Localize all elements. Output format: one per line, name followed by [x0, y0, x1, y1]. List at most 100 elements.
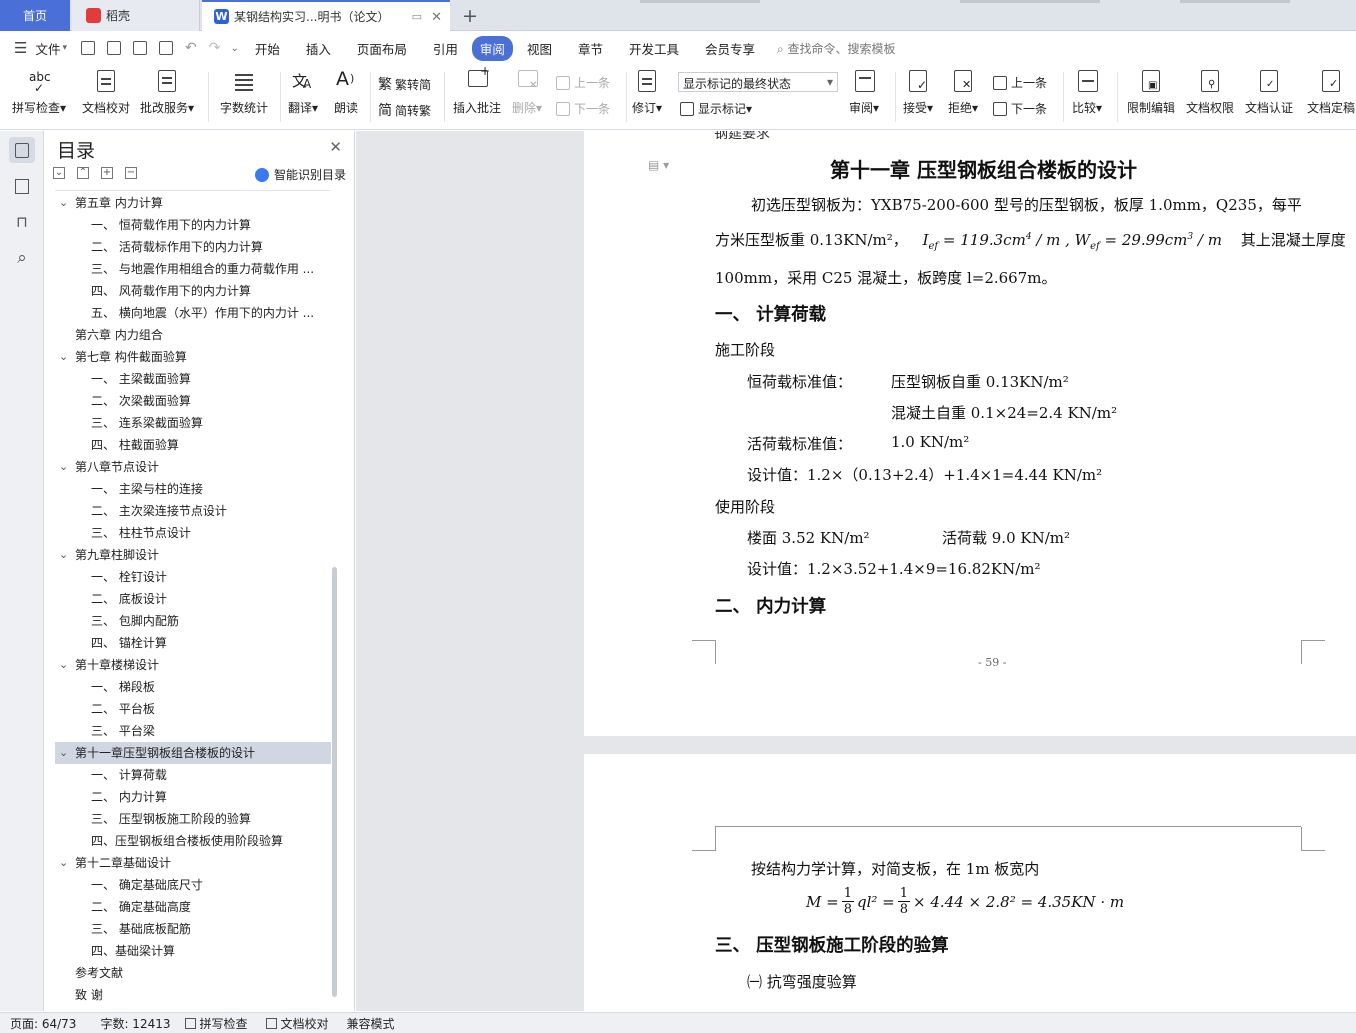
- simplified-to-traditional-button[interactable]: 简简转繁: [378, 100, 431, 120]
- restrict-edit-button[interactable]: ▣ 限制编辑: [1127, 68, 1175, 116]
- print-preview-icon[interactable]: [159, 41, 173, 55]
- tab-home[interactable]: 首页: [0, 0, 70, 31]
- toc-section-item[interactable]: 一、 恒荷载作用下的内力计算: [55, 214, 331, 236]
- doc-permission-button[interactable]: ⚲ 文档权限: [1186, 68, 1234, 116]
- chevron-down-icon[interactable]: ⌄: [59, 742, 68, 764]
- command-search[interactable]: ⌕ 查找命令、搜索模板: [777, 40, 896, 57]
- chapter-nav-icon[interactable]: [9, 173, 35, 199]
- chevron-down-icon[interactable]: ⌄: [59, 654, 68, 676]
- tab-close-icon[interactable]: ✕: [431, 10, 442, 25]
- hamburger-icon[interactable]: ☰: [14, 39, 27, 57]
- toc-chapter-item[interactable]: 致 谢: [55, 984, 331, 1005]
- chevron-down-icon[interactable]: ⌄: [59, 544, 68, 566]
- toc-section-item[interactable]: 二、 活荷载标作用下的内力计算: [55, 236, 331, 258]
- toc-section-item[interactable]: 三、 连系梁截面验算: [55, 412, 331, 434]
- menu-developer[interactable]: 开发工具: [621, 36, 687, 61]
- spellcheck-status[interactable]: 拼写检查: [184, 1015, 248, 1032]
- word-count-button[interactable]: 字数统计: [220, 68, 268, 116]
- accept-button[interactable]: ✓ 接受▾: [903, 68, 933, 116]
- undo-icon[interactable]: ↶: [185, 40, 197, 56]
- menu-member[interactable]: 会员专享: [697, 36, 763, 61]
- prev-change-button[interactable]: 上一条: [993, 74, 1047, 91]
- smart-toc-button[interactable]: 智能识别目录: [254, 166, 346, 183]
- next-comment-button[interactable]: 下一条: [556, 100, 610, 117]
- chevron-down-icon[interactable]: ⌄: [59, 192, 68, 214]
- menu-page-layout[interactable]: 页面布局: [349, 36, 415, 61]
- revise-button[interactable]: 修订▾: [632, 68, 662, 116]
- redo-icon[interactable]: ↷: [209, 40, 221, 56]
- expand-icon[interactable]: ⌃: [77, 167, 89, 179]
- bookmark-icon[interactable]: ⊓: [9, 209, 35, 235]
- doc-finalize-button[interactable]: ✓ 文档定稿: [1307, 68, 1355, 116]
- toc-chapter-item[interactable]: 第六章 内力组合: [55, 324, 331, 346]
- tab-document[interactable]: W 某钢结构实习...明书（论文） ▭ ✕: [202, 0, 450, 31]
- toc-icon[interactable]: [9, 137, 35, 163]
- collapse-all-icon[interactable]: ⌄: [53, 167, 65, 179]
- chevron-down-icon[interactable]: ⌄: [59, 456, 68, 478]
- chevron-down-icon[interactable]: ⌄: [59, 346, 68, 368]
- tab-daoke[interactable]: 稻壳: [72, 0, 200, 31]
- insert-comment-button[interactable]: + 插入批注: [453, 64, 501, 116]
- toc-section-item[interactable]: 一、 主梁截面验算: [55, 368, 331, 390]
- toc-scrollbar[interactable]: [332, 567, 337, 997]
- toc-section-item[interactable]: 四、 锚栓计算: [55, 632, 331, 654]
- prev-comment-button[interactable]: 上一条: [556, 74, 610, 91]
- toc-chapter-item[interactable]: 参考文献: [55, 962, 331, 984]
- spellcheck-button[interactable]: abc ✓ 拼写检查▾: [12, 68, 66, 116]
- menu-chapter[interactable]: 章节: [570, 36, 611, 61]
- menu-review[interactable]: 审阅: [471, 35, 513, 61]
- export-icon[interactable]: [107, 41, 121, 55]
- reject-button[interactable]: ✕ 拒绝▾: [948, 68, 978, 116]
- add-item-icon[interactable]: +: [101, 167, 113, 179]
- toc-section-item[interactable]: 二、 内力计算: [55, 786, 331, 808]
- word-count-indicator[interactable]: 字数: 12413: [100, 1015, 170, 1032]
- toc-chapter-item[interactable]: ⌄ 第九章柱脚设计: [55, 544, 331, 566]
- toc-section-item[interactable]: 二、 主次梁连接节点设计: [55, 500, 331, 522]
- toc-section-item[interactable]: 三、 柱柱节点设计: [55, 522, 331, 544]
- toc-section-item[interactable]: 四、压型钢板组合楼板使用阶段验算: [55, 830, 331, 852]
- toc-section-item[interactable]: 三、 基础底板配筋: [55, 918, 331, 940]
- toc-section-item[interactable]: 五、 横向地震（水平）作用下的内力计 ...: [55, 302, 331, 324]
- document-canvas[interactable]: 钢筵要求 ▤ ▾ 第十一章 压型钢板组合楼板的设计 初选压型钢板为：YXB75-…: [356, 131, 1356, 1011]
- toc-section-item[interactable]: 一、 梯段板: [55, 676, 331, 698]
- toc-chapter-item[interactable]: ⌄ 第十二章基础设计: [55, 852, 331, 874]
- search-icon[interactable]: ⌕: [9, 245, 35, 271]
- toc-section-item[interactable]: 三、 包脚内配筋: [55, 610, 331, 632]
- menu-references[interactable]: 引用: [425, 36, 466, 61]
- toc-section-item[interactable]: 三、 压型钢板施工阶段的验算: [55, 808, 331, 830]
- toc-section-item[interactable]: 三、 与地震作用相组合的重力荷载作用 ...: [55, 258, 331, 280]
- close-icon[interactable]: ✕: [329, 138, 342, 156]
- next-change-button[interactable]: 下一条: [993, 100, 1047, 117]
- new-tab-button[interactable]: +: [462, 5, 478, 27]
- chevron-down-icon[interactable]: ⌄: [59, 852, 68, 874]
- toc-section-item[interactable]: 三、 平台梁: [55, 720, 331, 742]
- delete-comment-button[interactable]: ✕ 删除▾: [512, 68, 542, 116]
- remove-item-icon[interactable]: −: [125, 167, 137, 179]
- print-icon[interactable]: [133, 41, 147, 55]
- batch-service-button[interactable]: 批改服务▾: [140, 68, 194, 116]
- traditional-to-simplified-button[interactable]: 繁繁转简: [378, 74, 431, 94]
- toc-chapter-item[interactable]: ⌄ 第十章楼梯设计: [55, 654, 331, 676]
- toc-section-item[interactable]: 四、 风荷载作用下的内力计算: [55, 280, 331, 302]
- toc-section-item[interactable]: 二、 次梁截面验算: [55, 390, 331, 412]
- toc-section-item[interactable]: 一、 栓钉设计: [55, 566, 331, 588]
- toc-section-item[interactable]: 一、 主梁与柱的连接: [55, 478, 331, 500]
- toc-chapter-item[interactable]: ⌄ 第八章节点设计: [55, 456, 331, 478]
- menu-view[interactable]: 视图: [519, 36, 560, 61]
- toc-section-item[interactable]: 二、 底板设计: [55, 588, 331, 610]
- review-pane-button[interactable]: 审阅▾: [849, 68, 879, 116]
- page-indicator[interactable]: 页面: 64/73: [10, 1015, 76, 1032]
- toc-section-item[interactable]: 一、 计算荷载: [55, 764, 331, 786]
- toc-section-item[interactable]: 二、 确定基础高度: [55, 896, 331, 918]
- toc-section-item[interactable]: 四、 柱截面验算: [55, 434, 331, 456]
- menu-start[interactable]: 开始: [247, 36, 288, 61]
- paragraph-tool-icon[interactable]: ▤ ▾: [648, 158, 669, 172]
- toc-section-item[interactable]: 二、 平台板: [55, 698, 331, 720]
- tab-pin-icon[interactable]: ▭: [412, 10, 422, 23]
- save-icon[interactable]: [81, 41, 95, 55]
- show-markup-button[interactable]: 显示标记▾: [680, 100, 752, 117]
- compare-button[interactable]: 比较▾: [1072, 68, 1102, 116]
- proofread-status[interactable]: 文档校对: [265, 1015, 329, 1032]
- markup-state-select[interactable]: 显示标记的最终状态: [678, 72, 838, 92]
- toc-section-item[interactable]: 四、基础梁计算: [55, 940, 331, 962]
